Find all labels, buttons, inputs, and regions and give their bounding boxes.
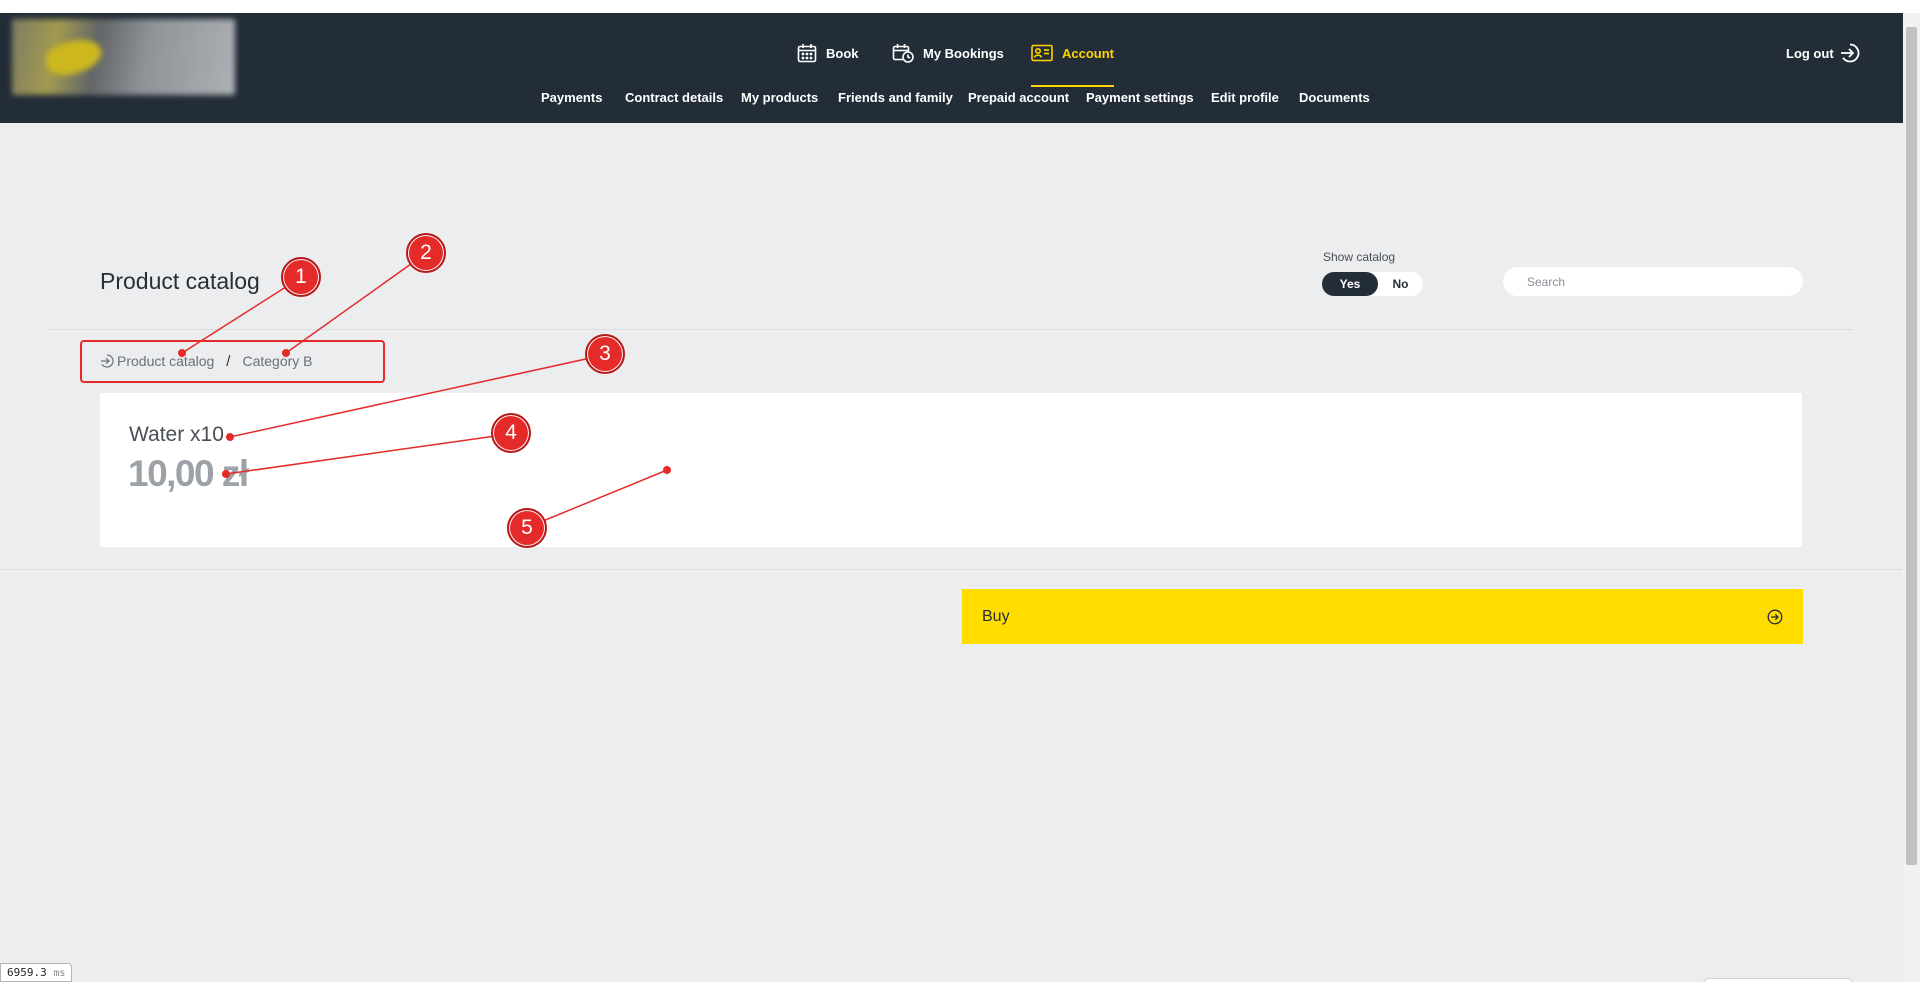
product-name: Water x10 bbox=[129, 423, 224, 446]
show-catalog-label: Show catalog bbox=[1323, 250, 1396, 264]
subnav-item-payments[interactable]: Payments bbox=[541, 85, 602, 111]
breadcrumb-item-product-catalog[interactable]: Product catalog bbox=[100, 353, 214, 369]
show-catalog-toggle: Yes No bbox=[1322, 272, 1423, 296]
annotation-marker-2: 2 bbox=[406, 233, 446, 273]
calendar-clock-icon bbox=[892, 44, 914, 63]
main-nav: Book My Bookings Account bbox=[0, 33, 1903, 87]
nav-item-account[interactable]: Account bbox=[1031, 33, 1114, 87]
subnav-item-documents[interactable]: Documents bbox=[1299, 85, 1370, 111]
annotation-marker-4: 4 bbox=[491, 413, 531, 453]
buy-button[interactable]: Buy bbox=[962, 589, 1803, 644]
product-price: 10,00 zł bbox=[128, 453, 249, 494]
calendar-icon bbox=[797, 44, 817, 63]
account-subnav: Payments Contract details My products Fr… bbox=[0, 85, 1903, 111]
top-strip bbox=[0, 0, 1920, 13]
nav-item-label: Book bbox=[826, 45, 859, 61]
subnav-item-payment-settings[interactable]: Payment settings bbox=[1086, 85, 1194, 111]
subnav-item-friends-and-family[interactable]: Friends and family bbox=[838, 85, 953, 111]
debug-timer: 6959.3 ms bbox=[0, 963, 73, 982]
subnav-item-contract-details[interactable]: Contract details bbox=[625, 85, 723, 111]
buy-button-label: Buy bbox=[982, 607, 1010, 625]
arrow-right-circle-icon bbox=[1767, 609, 1783, 624]
header-divider bbox=[49, 329, 1853, 330]
debug-timer-value: 6959.3 bbox=[7, 966, 47, 979]
breadcrumb-item-category-b[interactable]: Category B bbox=[242, 353, 312, 369]
breadcrumb: Product catalog / Category B bbox=[100, 350, 313, 372]
nav-item-my-bookings[interactable]: My Bookings bbox=[892, 33, 1004, 73]
main-navbar: Book My Bookings Account Log out Payment… bbox=[0, 13, 1903, 123]
show-catalog-yes-option[interactable]: Yes bbox=[1322, 272, 1378, 296]
nav-item-book[interactable]: Book bbox=[797, 33, 859, 73]
nav-item-label: Account bbox=[1062, 45, 1114, 61]
subnav-item-prepaid-account[interactable]: Prepaid account bbox=[968, 85, 1069, 111]
nav-item-label: My Bookings bbox=[923, 45, 1004, 61]
annotation-marker-1: 1 bbox=[281, 257, 321, 297]
logout-label: Log out bbox=[1786, 45, 1834, 61]
product-card[interactable]: Water x10 10,00 zł bbox=[100, 393, 1802, 547]
debug-timer-unit: ms bbox=[53, 968, 66, 979]
search-input[interactable] bbox=[1503, 267, 1803, 296]
logout-button[interactable]: Log out bbox=[1786, 33, 1860, 73]
content-divider bbox=[0, 569, 1903, 570]
subnav-item-edit-profile[interactable]: Edit profile bbox=[1211, 85, 1279, 111]
page-title: Product catalog bbox=[100, 268, 260, 294]
corner-widget bbox=[1703, 978, 1853, 982]
show-catalog-no-option[interactable]: No bbox=[1378, 272, 1423, 296]
subnav-item-my-products[interactable]: My products bbox=[741, 85, 818, 111]
scrollbar-thumb[interactable] bbox=[1906, 27, 1917, 865]
id-card-icon bbox=[1031, 44, 1053, 62]
annotation-marker-3: 3 bbox=[585, 334, 625, 374]
logout-arrow-icon bbox=[1840, 43, 1860, 63]
breadcrumb-label: Product catalog bbox=[117, 353, 215, 369]
breadcrumb-separator: / bbox=[226, 352, 231, 370]
back-arrow-circle-icon bbox=[101, 354, 114, 368]
annotation-marker-5: 5 bbox=[507, 508, 547, 548]
